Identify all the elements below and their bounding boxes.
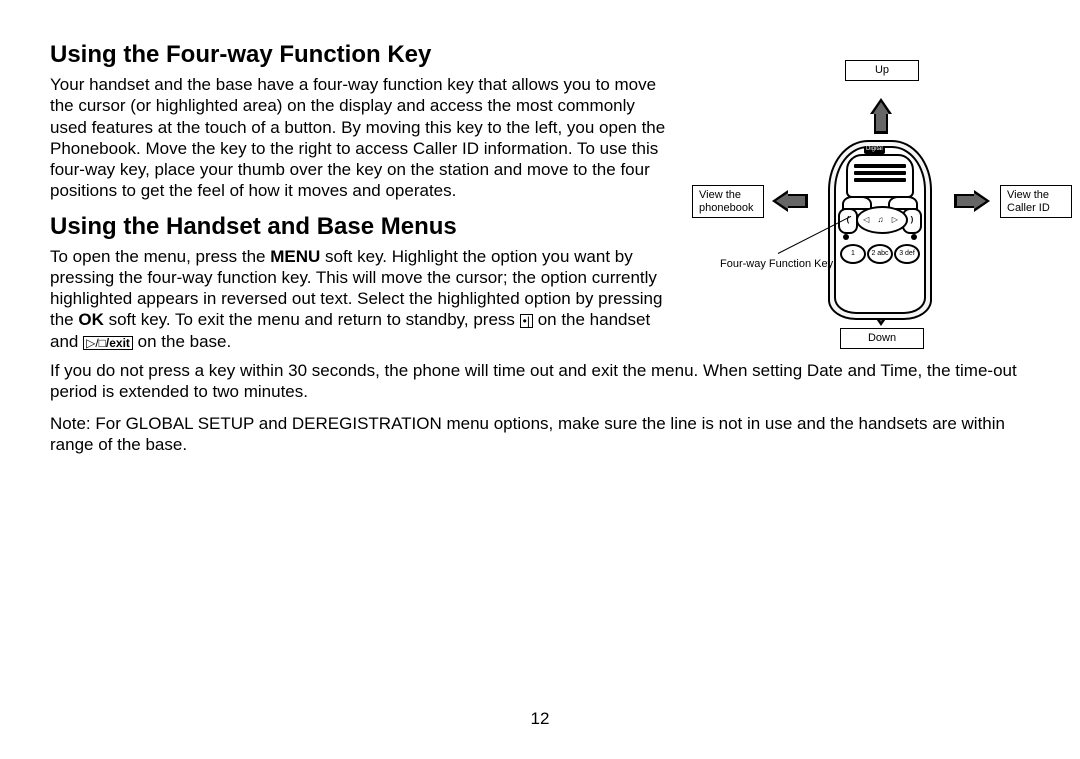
ok-softkey-label: OK bbox=[78, 310, 104, 329]
text-fragment: soft key. To exit the menu and return to… bbox=[104, 310, 520, 329]
function-key-caption: Four-way Function Key bbox=[720, 258, 833, 271]
menu-softkey-label: MENU bbox=[270, 247, 320, 266]
page-number: 12 bbox=[531, 708, 550, 729]
menus-description-1: To open the menu, press the MENU soft ke… bbox=[50, 246, 670, 352]
brand-label: Digital bbox=[864, 146, 885, 154]
diagram-left-label: View the phonebook bbox=[692, 185, 764, 218]
key-3: 3 def bbox=[894, 244, 920, 264]
arrow-right-icon bbox=[974, 193, 986, 209]
handset-illustration: Digital 1 2 abc 3 def bbox=[816, 140, 944, 290]
timeout-note: If you do not press a key within 30 seco… bbox=[50, 360, 1030, 403]
diagram-right-label: View the Caller ID bbox=[1000, 185, 1072, 218]
arrow-right-icon bbox=[957, 196, 974, 206]
key-2: 2 abc bbox=[867, 244, 893, 264]
arrow-left-icon bbox=[788, 196, 805, 206]
fourway-description: Your handset and the base have a four-wa… bbox=[50, 74, 670, 202]
diagram-down-label: Down bbox=[840, 328, 924, 349]
text-fragment: To open the menu, press the bbox=[50, 247, 270, 266]
fourway-diagram: Up Down View the phonebook View the Call… bbox=[690, 40, 1030, 360]
text-fragment: on the base. bbox=[133, 332, 231, 351]
arrow-up-icon bbox=[876, 114, 886, 131]
diagram-up-label: Up bbox=[845, 60, 919, 81]
global-setup-note: Note: For GLOBAL SETUP and DEREGISTRATIO… bbox=[50, 413, 1030, 456]
arrow-up-icon bbox=[873, 102, 889, 114]
heading-menus: Using the Handset and Base Menus bbox=[50, 212, 670, 242]
play-stop-exit-icon: ▷/□/exit bbox=[83, 336, 133, 350]
heading-fourway: Using the Four-way Function Key bbox=[50, 40, 670, 70]
arrow-left-icon bbox=[776, 193, 788, 209]
key-1: 1 bbox=[840, 244, 866, 264]
end-icon: •| bbox=[520, 314, 533, 328]
navpad-icon bbox=[856, 206, 908, 234]
